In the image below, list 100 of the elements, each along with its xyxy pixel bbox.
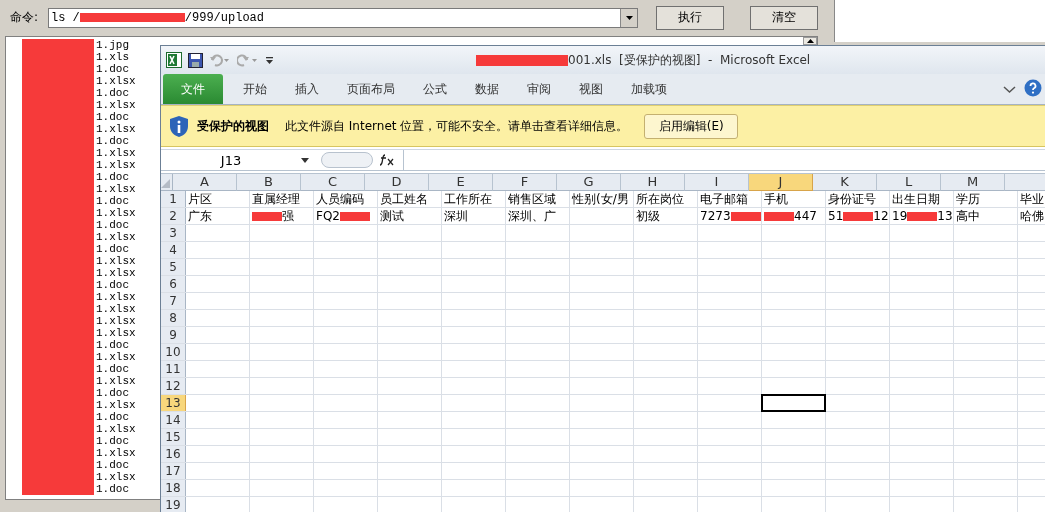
table-cell[interactable]: 电子邮箱 — [698, 191, 762, 207]
column-header[interactable]: M — [941, 174, 1005, 191]
column-header[interactable]: L — [877, 174, 941, 191]
file-name: 1.doc — [96, 111, 129, 123]
table-cell[interactable]: 片区 — [186, 191, 250, 207]
table-cell[interactable]: 人员编码 — [314, 191, 378, 207]
table-cell[interactable]: 深圳、广 — [506, 208, 570, 224]
file-name: 1.doc — [96, 435, 129, 447]
file-name: 1.xlsx — [96, 255, 136, 267]
table-cell[interactable]: 哈佛 — [1018, 208, 1045, 224]
insert-function-icon[interactable] — [379, 154, 395, 166]
row-header[interactable]: 5 — [161, 259, 186, 275]
table-cell[interactable]: FQ2 — [314, 208, 378, 224]
file-name: 1.xlsx — [96, 327, 136, 339]
row-header[interactable]: 14 — [161, 412, 186, 428]
ribbon-tab[interactable]: 公式 — [409, 74, 461, 104]
ribbon-tab[interactable]: 开始 — [229, 74, 281, 104]
file-name: 1.doc — [96, 339, 129, 351]
row-header[interactable]: 9 — [161, 327, 186, 343]
ribbon-tab[interactable]: 页面布局 — [333, 74, 409, 104]
row-header[interactable]: 11 — [161, 361, 186, 377]
file-name: 1.xlsx — [96, 399, 136, 411]
table-cell[interactable]: 手机 — [762, 191, 826, 207]
name-box[interactable]: J13 — [161, 152, 301, 168]
column-header[interactable]: H — [621, 174, 685, 191]
save-icon[interactable] — [188, 52, 203, 68]
table-cell[interactable]: 447 — [762, 208, 826, 224]
file-name: 1.doc — [96, 243, 129, 255]
redaction-mark — [22, 39, 94, 51]
spreadsheet-icon[interactable] — [166, 52, 182, 68]
table-cell[interactable]: 广东 — [186, 208, 250, 224]
row-header[interactable]: 1 — [161, 191, 186, 207]
table-cell[interactable]: 员工姓名 — [378, 191, 442, 207]
column-header[interactable]: G — [557, 174, 621, 191]
row-header[interactable]: 10 — [161, 344, 186, 360]
column-header[interactable]: F — [493, 174, 557, 191]
table-cell[interactable]: 身份证号 — [826, 191, 890, 207]
redaction-mark — [843, 211, 874, 221]
table-cell[interactable]: 直属经理 — [250, 191, 314, 207]
column-header[interactable]: K — [813, 174, 877, 191]
file-name: 1.xlsx — [96, 123, 136, 135]
table-cell[interactable]: 7273 — [698, 208, 762, 224]
table-cell[interactable]: 高中 — [954, 208, 1018, 224]
row-header[interactable]: 17 — [161, 463, 186, 479]
enable-editing-button[interactable]: 启用编辑(E) — [644, 113, 739, 139]
table-cell[interactable]: 19 13 — [890, 208, 954, 224]
ribbon-tab[interactable]: 审阅 — [513, 74, 565, 104]
row-header[interactable]: 3 — [161, 225, 186, 241]
row-header[interactable]: 15 — [161, 429, 186, 445]
table-cell[interactable]: 销售区域 — [506, 191, 570, 207]
row-header[interactable]: 18 — [161, 480, 186, 496]
column-header[interactable]: A — [173, 174, 237, 191]
ribbon-tab[interactable]: 视图 — [565, 74, 617, 104]
file-name: 1.xlsx — [96, 351, 136, 363]
table-cell[interactable]: 初级 — [634, 208, 698, 224]
minimize-ribbon-icon[interactable] — [1003, 84, 1016, 94]
row-header[interactable]: 6 — [161, 276, 186, 292]
column-header[interactable]: J — [749, 174, 813, 191]
file-name: 1.doc — [96, 219, 129, 231]
ribbon-tab[interactable]: 插入 — [281, 74, 333, 104]
table-cell[interactable]: 测试 — [378, 208, 442, 224]
ribbon-tab[interactable]: 数据 — [461, 74, 513, 104]
resize-handle[interactable] — [321, 152, 373, 168]
active-cell[interactable] — [761, 394, 826, 412]
table-cell[interactable]: 深圳 — [442, 208, 506, 224]
table-cell[interactable]: 毕业 — [1018, 191, 1045, 207]
ribbon-tab[interactable]: 加载项 — [617, 74, 681, 104]
row-header[interactable]: 7 — [161, 293, 186, 309]
redaction-mark — [22, 483, 94, 495]
file-name: 1.xlsx — [96, 447, 136, 459]
table-cell[interactable]: 51 12 — [826, 208, 890, 224]
row-header[interactable]: 8 — [161, 310, 186, 326]
column-header[interactable]: D — [365, 174, 429, 191]
message-title: 受保护的视图 — [197, 117, 269, 135]
action-button[interactable]: 执行 — [656, 5, 724, 30]
table-cell[interactable]: 出生日期 — [890, 191, 954, 207]
file-name: 1.xls — [96, 51, 129, 63]
column-header[interactable]: C — [301, 174, 365, 191]
column-header[interactable]: B — [237, 174, 301, 191]
row-header[interactable]: 2 — [161, 208, 186, 224]
table-cell[interactable]: 学历 — [954, 191, 1018, 207]
table-cell[interactable]: 所在岗位 — [634, 191, 698, 207]
row-header[interactable]: 16 — [161, 446, 186, 462]
file-name: 1.doc — [96, 63, 129, 75]
file-name: 1.doc — [96, 135, 129, 147]
file-name: 1.jpg — [96, 39, 129, 51]
file-name: 1.xlsx — [96, 99, 136, 111]
action-button[interactable]: 清空 — [750, 5, 818, 30]
table-cell[interactable]: 性别(女/男 — [570, 191, 634, 207]
column-header[interactable]: E — [429, 174, 493, 191]
table-cell[interactable]: 工作所在 — [442, 191, 506, 207]
row-header[interactable]: 19 — [161, 497, 186, 512]
row-header[interactable]: 13 — [161, 395, 186, 411]
row-header[interactable]: 12 — [161, 378, 186, 394]
ribbon-tab[interactable]: 文件 — [163, 74, 223, 104]
row-header[interactable]: 4 — [161, 242, 186, 258]
command-label: 命令: — [10, 9, 40, 26]
table-cell[interactable]: 强 — [250, 208, 314, 224]
customize-menu-icon[interactable] — [265, 55, 274, 65]
column-header[interactable]: I — [685, 174, 749, 191]
